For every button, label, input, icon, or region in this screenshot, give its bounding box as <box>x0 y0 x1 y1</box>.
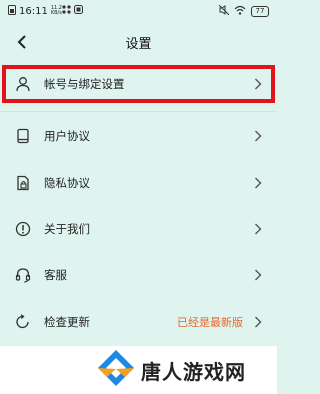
back-button[interactable] <box>12 32 32 52</box>
settings-item-check-update[interactable]: 检查更新 已经是最新版 <box>0 299 277 345</box>
headset-icon <box>14 266 32 284</box>
sim-icon <box>8 4 16 18</box>
settings-item-label: 用户协议 <box>44 129 90 143</box>
highlight-box <box>2 65 275 103</box>
update-status: 已经是最新版 <box>177 316 243 329</box>
settings-item-label: 检查更新 <box>44 315 90 329</box>
wifi-icon <box>234 5 246 18</box>
settings-item-label: 关于我们 <box>44 222 90 236</box>
chevron-left-icon <box>17 35 26 49</box>
status-bar: 16:11 11.2 KB/s 77 <box>0 0 277 22</box>
settings-item-label: 客服 <box>44 268 67 282</box>
chevron-right-icon <box>251 176 265 190</box>
status-time: 16:11 <box>19 5 48 17</box>
info-icon <box>14 220 32 238</box>
book-icon <box>14 127 32 145</box>
settings-item-about[interactable]: 关于我们 <box>0 206 277 252</box>
settings-item-label: 隐私协议 <box>44 176 90 190</box>
settings-item-privacy[interactable]: 隐私协议 <box>0 160 277 206</box>
watermark-text: 唐人游戏网 <box>141 359 246 384</box>
refresh-icon <box>14 313 32 331</box>
watermark: 唐人游戏网 <box>97 348 246 392</box>
lock-document-icon <box>14 174 32 192</box>
chevron-right-icon <box>251 315 265 329</box>
silent-icon <box>218 4 230 18</box>
status-right: 77 <box>218 4 269 18</box>
settings-item-customer-service[interactable]: 客服 <box>0 252 277 298</box>
page-title: 设置 <box>125 36 152 52</box>
notification-icon <box>73 5 83 17</box>
chevron-right-icon <box>251 268 265 282</box>
status-left: 16:11 11.2 KB/s <box>8 4 83 18</box>
chevron-right-icon <box>251 129 265 143</box>
apps-icon <box>62 5 71 17</box>
network-speed: 11.2 KB/s <box>50 5 62 16</box>
watermark-logo-icon <box>97 349 135 391</box>
divider <box>0 111 277 112</box>
page-header: 设置 <box>0 26 277 58</box>
chevron-right-icon <box>251 222 265 236</box>
battery-icon: 77 <box>251 5 269 17</box>
settings-item-user-agreement[interactable]: 用户协议 <box>0 113 277 159</box>
